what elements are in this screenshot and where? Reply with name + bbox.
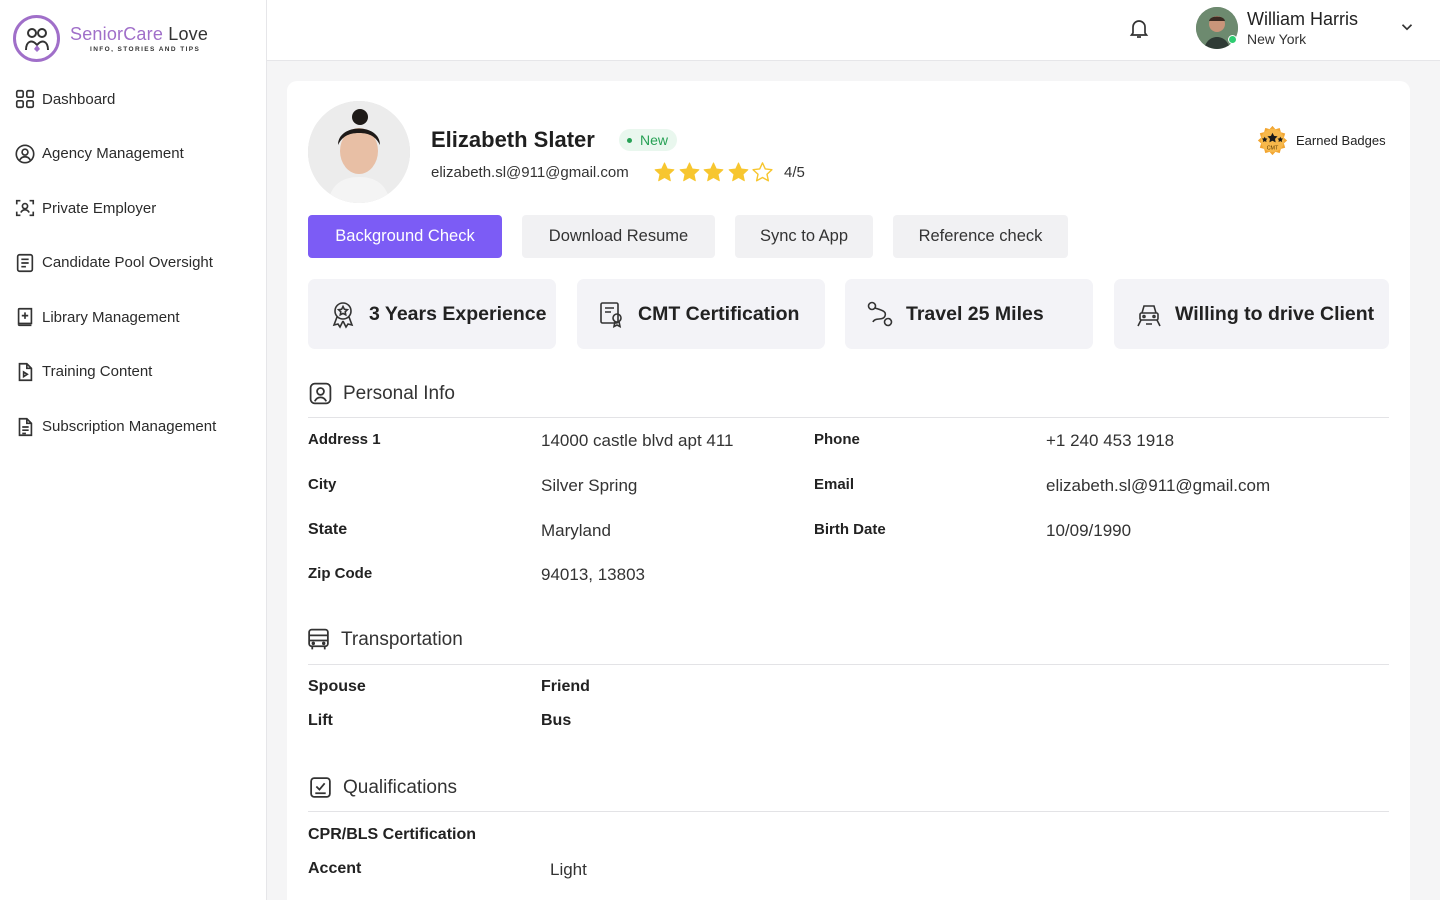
zip-code-value: 94013, 13803	[541, 565, 645, 584]
zip-code-label: Zip Code	[308, 565, 373, 582]
top-bar: William Harris New York	[267, 0, 1440, 61]
highlight-travel: Travel 25 Miles	[845, 279, 1093, 349]
download-resume-button[interactable]: Download Resume	[522, 215, 715, 258]
doc-lines-icon	[18, 417, 33, 436]
star-filled-icon	[703, 162, 724, 182]
user-name: William Harris	[1247, 9, 1358, 29]
sidebar-item-private-employer[interactable]: Private Employer	[14, 193, 216, 223]
sidebar-nav: Dashboard Agency Management Private Empl…	[14, 84, 216, 466]
chevron-down-icon[interactable]	[1398, 18, 1416, 36]
transportation-heading: Transportation	[306, 627, 463, 652]
birth-date-label: Birth Date	[814, 521, 886, 538]
address-label: Address 1	[308, 431, 381, 448]
city-value: Silver Spring	[541, 476, 638, 495]
sidebar-item-label: Training Content	[42, 363, 153, 381]
sidebar-item-label: Private Employer	[42, 199, 157, 217]
scan-person-icon	[15, 200, 35, 217]
birth-date-value: 10/09/1990	[1046, 521, 1132, 540]
sidebar-item-label: Library Management	[42, 308, 180, 326]
brand-logo[interactable]: SeniorCare Love INFO, STORIES AND TIPS	[13, 15, 208, 62]
brand-name: SeniorCare Love	[70, 24, 209, 44]
status-badge: New	[619, 129, 678, 151]
profile-photo	[308, 101, 410, 203]
sidebar-item-label: Dashboard	[42, 90, 116, 108]
highlight-drive-client: Willing to drive Client	[1114, 279, 1389, 349]
spouse-value: Friend	[541, 678, 590, 695]
driver-icon	[1137, 305, 1161, 327]
phone-label: Phone	[814, 431, 860, 448]
lift-value: Bus	[541, 712, 572, 729]
address-value: 14000 castle blvd apt 411	[541, 431, 734, 450]
route-icon	[867, 301, 893, 327]
earned-badges-label: Earned Badges	[1296, 133, 1386, 148]
city-label: City	[308, 476, 337, 493]
accent-value: Light	[550, 860, 587, 879]
user-location: New York	[1247, 31, 1307, 47]
logo-emblem-icon	[13, 15, 60, 62]
book-plus-icon	[17, 308, 33, 327]
background-check-button[interactable]: Background Check	[308, 215, 502, 258]
star-filled-icon	[679, 162, 699, 182]
email-value: elizabeth.sl@911@gmail.com	[1046, 476, 1271, 495]
phone-value: +1 240 453 1918	[1046, 431, 1175, 450]
sidebar-item-training-content[interactable]: Training Content	[14, 357, 216, 387]
accent-label: Accent	[308, 860, 362, 877]
sidebar: SeniorCare Love INFO, STORIES AND TIPS D…	[0, 0, 267, 900]
email-label: Email	[814, 476, 855, 493]
highlight-certification: CMT Certification	[577, 279, 825, 349]
section-divider	[308, 417, 1389, 418]
online-status-dot	[1228, 35, 1237, 44]
personal-info-heading: Personal Info	[308, 381, 455, 406]
sync-to-app-button[interactable]: Sync to App	[735, 215, 873, 258]
profile-card: Elizabeth Slater New elizabeth.sl@911@gm…	[287, 81, 1410, 900]
sidebar-item-label: Candidate Pool Oversight	[42, 254, 213, 272]
candidate-email: elizabeth.sl@911@gmail.com	[431, 164, 629, 181]
cmt-badge-icon[interactable]: CMT	[1253, 121, 1292, 160]
sidebar-item-agency-management[interactable]: Agency Management	[14, 139, 216, 169]
star-filled-icon	[728, 162, 748, 182]
sidebar-item-candidate-pool-oversight[interactable]: Candidate Pool Oversight	[14, 248, 216, 278]
play-doc-icon	[18, 362, 33, 382]
state-label: State	[308, 521, 348, 538]
section-divider	[308, 811, 1389, 812]
lift-label: Lift	[308, 712, 333, 729]
award-icon	[332, 302, 354, 329]
certificate-icon	[600, 302, 622, 328]
rating-stars	[653, 161, 776, 184]
bus-icon	[308, 628, 329, 650]
bell-icon[interactable]	[1127, 16, 1151, 40]
sidebar-item-dashboard[interactable]: Dashboard	[14, 84, 216, 114]
cpr-certification-label: CPR/BLS Certification	[308, 826, 477, 843]
highlight-experience: 3 Years Experience	[308, 279, 556, 349]
checkbox-icon	[310, 777, 331, 798]
section-divider	[308, 664, 1389, 665]
reference-check-button[interactable]: Reference check	[893, 215, 1068, 258]
rating-text: 4/5	[784, 164, 805, 181]
state-value: Maryland	[541, 521, 611, 540]
user-square-icon	[309, 382, 332, 405]
sidebar-item-subscription-management[interactable]: Subscription Management	[14, 412, 216, 442]
svg-text:CMT: CMT	[1267, 145, 1279, 151]
qualifications-heading: Qualifications	[308, 775, 457, 800]
user-circle-icon	[15, 144, 35, 164]
sidebar-item-label: Subscription Management	[42, 418, 217, 436]
grid-icon	[15, 89, 35, 109]
list-doc-icon	[16, 253, 34, 272]
star-empty-icon	[752, 162, 773, 182]
star-filled-icon	[654, 162, 675, 182]
sidebar-item-label: Agency Management	[42, 145, 184, 163]
spouse-label: Spouse	[308, 678, 366, 695]
brand-tagline: INFO, STORIES AND TIPS	[90, 46, 201, 53]
sidebar-item-library-management[interactable]: Library Management	[14, 302, 216, 332]
candidate-name: Elizabeth Slater	[431, 127, 595, 152]
